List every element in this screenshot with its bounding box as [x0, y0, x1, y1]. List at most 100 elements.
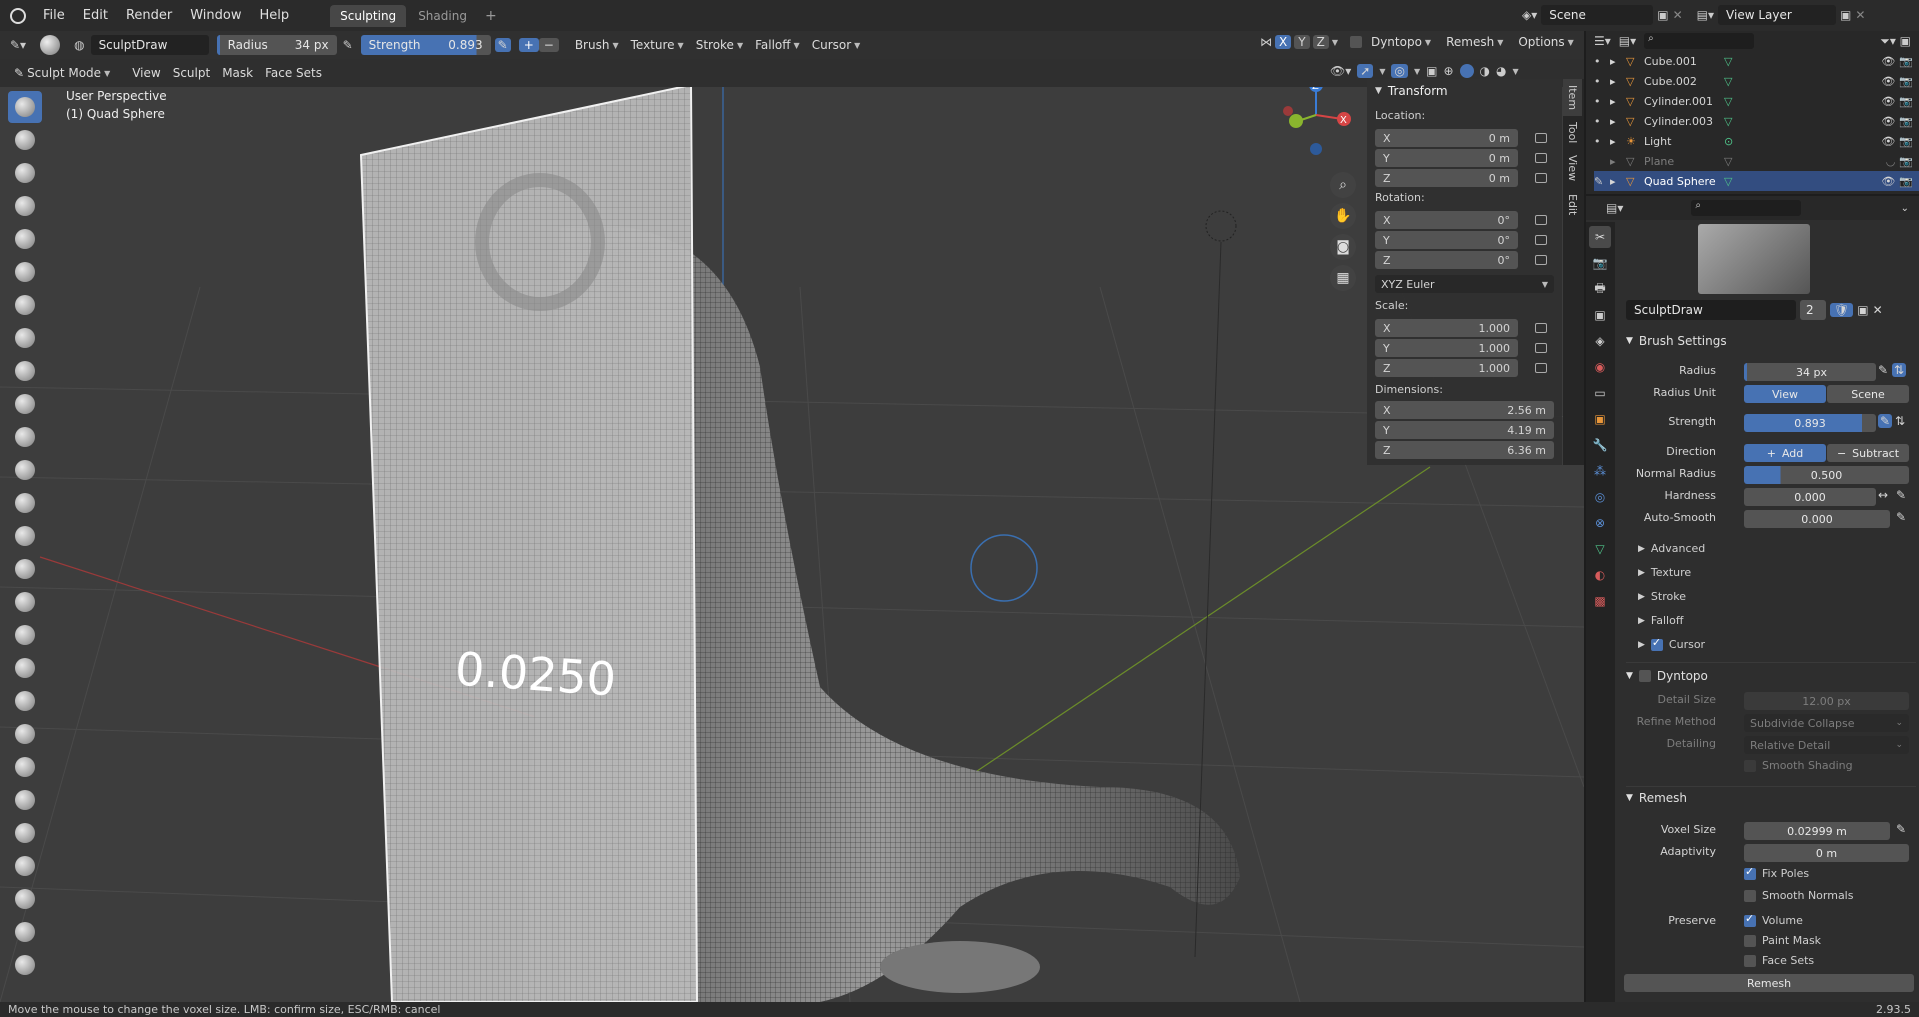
render-camera-icon[interactable]: 📷 [1899, 175, 1913, 188]
render-camera-icon[interactable]: 📷 [1899, 75, 1913, 88]
brush-datablock-icon[interactable]: ◍ [74, 38, 84, 52]
strength-pressure-icon[interactable]: ✎ [494, 38, 511, 52]
brush-name-field[interactable]: SculptDraw [90, 35, 209, 55]
eye-icon[interactable]: 👁 [1881, 175, 1895, 188]
fake-user-icon[interactable]: 🛡 [1830, 303, 1854, 317]
shading-solid-icon[interactable] [1459, 64, 1474, 78]
outliner-search-input[interactable]: ⌕ [1644, 33, 1755, 49]
tool-rotate[interactable] [8, 784, 42, 816]
refine-method-select[interactable]: Subdivide Collapse ⌄ [1744, 714, 1909, 732]
shading-wireframe-icon[interactable]: ⊕ [1443, 64, 1453, 78]
navigation-gizmo[interactable]: Z X [1276, 87, 1356, 155]
world-tab-icon[interactable]: ◉ [1589, 356, 1611, 378]
symmetry-icon[interactable]: ⋈ [1260, 35, 1272, 49]
modifier-tab-icon[interactable]: 🔧 [1589, 434, 1611, 456]
tab-tool[interactable]: Tool [1563, 116, 1582, 149]
menu-render[interactable]: Render [117, 8, 181, 23]
texture-subpanel[interactable]: ▶ Texture [1638, 566, 1691, 579]
blender-logo-icon[interactable] [10, 7, 26, 24]
tab-edit[interactable]: Edit [1563, 188, 1582, 221]
tool-icon[interactable]: ✎▾ [10, 38, 26, 52]
smooth-normals-checkbox[interactable] [1744, 889, 1756, 902]
render-tab-icon[interactable]: 📷 [1589, 252, 1611, 274]
brush-preview-icon[interactable] [40, 35, 61, 55]
tool-crease[interactable] [8, 355, 42, 387]
tool-multiplane-scrape[interactable] [8, 520, 42, 552]
radius-field[interactable]: Radius 34 px [216, 35, 337, 55]
mirror-z-button[interactable]: Z [1312, 35, 1329, 49]
object-tab-icon[interactable]: ▣ [1589, 408, 1611, 430]
direction-subtract-icon[interactable]: − [538, 38, 559, 52]
tool-inflate[interactable] [8, 289, 42, 321]
render-camera-icon[interactable]: 📷 [1899, 115, 1913, 128]
options-menu[interactable]: Options ▼ [1512, 35, 1579, 49]
physics-tab-icon[interactable]: ◎ [1589, 486, 1611, 508]
lock-icon[interactable] [1535, 173, 1547, 183]
menu-edit[interactable]: Edit [74, 8, 117, 23]
render-camera-icon[interactable]: 📷 [1899, 135, 1913, 148]
collapse-arrow-icon[interactable]: ▼ [1375, 86, 1382, 96]
smooth-shading-checkbox[interactable] [1744, 759, 1756, 772]
scene-tab-icon[interactable]: ◈ [1589, 330, 1611, 352]
pan-hand-icon[interactable]: ✋ [1330, 203, 1356, 229]
radius-unit-scene-button[interactable]: Scene [1827, 385, 1909, 403]
chevron-down-icon[interactable]: ▼ [1332, 38, 1338, 47]
tool-snake-hook[interactable] [8, 652, 42, 684]
remesh-button[interactable]: Remesh [1624, 974, 1914, 992]
filter-icon[interactable]: ⏷▾ ▣ [1880, 34, 1911, 49]
hardness-field[interactable]: 0.000 [1744, 488, 1876, 506]
view-layer-tab-icon[interactable]: ▣ [1589, 304, 1611, 326]
menu-sculpt[interactable]: Sculpt [167, 66, 216, 80]
paint-mask-option[interactable]: Paint Mask [1744, 934, 1821, 947]
falloff-subpanel[interactable]: ▶ Falloff [1638, 614, 1683, 627]
eyedropper-icon[interactable]: ✎ [1896, 822, 1906, 836]
collection-tab-icon[interactable]: ▭ [1589, 382, 1611, 404]
new-view-layer-icon[interactable]: ▣ [1840, 8, 1851, 22]
new-scene-icon[interactable]: ▣ [1657, 8, 1668, 22]
cursor-checkbox[interactable] [1650, 636, 1663, 651]
scene-icon[interactable]: ◈▾ [1522, 8, 1537, 22]
tool-blob[interactable] [8, 322, 42, 354]
properties-search-input[interactable]: ⌕ [1691, 200, 1802, 216]
3d-viewport[interactable]: User Perspective (1) Quad Sphere 0.0250 … [0, 87, 1584, 1002]
location-y-field[interactable]: Y 0 m [1375, 149, 1518, 167]
view-layer-field[interactable]: View Layer [1718, 5, 1837, 25]
remesh-header[interactable]: ▼ Remesh [1626, 786, 1916, 805]
tool-scrape[interactable] [8, 487, 42, 519]
hardness-pressure-icon[interactable]: ✎ [1896, 488, 1906, 502]
menu-view[interactable]: View [126, 66, 166, 80]
radius-unit-view-button[interactable]: View [1744, 385, 1826, 403]
tool-nudge[interactable] [8, 751, 42, 783]
menu-file[interactable]: File [34, 8, 74, 23]
dyntopo-checkbox[interactable] [1349, 36, 1362, 48]
auto-smooth-pressure-icon[interactable]: ✎ [1896, 510, 1906, 524]
brush-menu[interactable]: Brush ▼ [569, 38, 625, 52]
rotation-x-field[interactable]: X 0° [1375, 211, 1518, 229]
tab-shading[interactable]: Shading [408, 5, 477, 27]
shading-rendered-icon[interactable]: ◕ [1496, 64, 1506, 78]
outliner-editor-icon[interactable]: ☰▾ [1594, 34, 1611, 48]
lock-icon[interactable] [1535, 133, 1547, 143]
lock-icon[interactable] [1535, 215, 1547, 225]
outliner-row[interactable]: • ▸ ▽ Cylinder.003 ▽ 👁 📷 [1594, 111, 1919, 131]
cursor-menu[interactable]: Cursor ▼ [806, 38, 867, 52]
lock-icon[interactable] [1535, 235, 1547, 245]
eye-icon[interactable]: 👁 [1881, 95, 1895, 108]
outliner-row[interactable]: ✎ ▸ ▽ Quad Sphere ▽ 👁 📷 [1594, 171, 1919, 191]
xray-icon[interactable]: ▣ [1426, 64, 1437, 78]
radius-field[interactable]: 34 px [1744, 363, 1876, 381]
fix-poles-checkbox[interactable] [1744, 865, 1756, 880]
direction-add-button[interactable]: + Add [1744, 444, 1826, 462]
scene-name-field[interactable]: Scene [1541, 5, 1654, 25]
overlay-toggle-icon[interactable]: ◎ [1391, 64, 1408, 78]
advanced-subpanel[interactable]: ▶ Advanced [1638, 542, 1705, 555]
rotation-mode-select[interactable]: XYZ Euler ▼ [1375, 275, 1554, 293]
render-camera-icon[interactable]: 📷 [1899, 95, 1913, 108]
texture-tab-icon[interactable]: ▩ [1589, 590, 1611, 612]
eye-icon[interactable]: 👁 [1881, 135, 1895, 148]
mode-selector[interactable]: ✎ Sculpt Mode ▼ [8, 66, 116, 80]
dimension-y-field[interactable]: Y 4.19 m [1375, 421, 1554, 439]
camera-icon[interactable]: ◙ [1330, 234, 1356, 260]
eye-icon[interactable]: 👁 [1881, 75, 1895, 88]
falloff-menu[interactable]: Falloff ▼ [749, 38, 806, 52]
